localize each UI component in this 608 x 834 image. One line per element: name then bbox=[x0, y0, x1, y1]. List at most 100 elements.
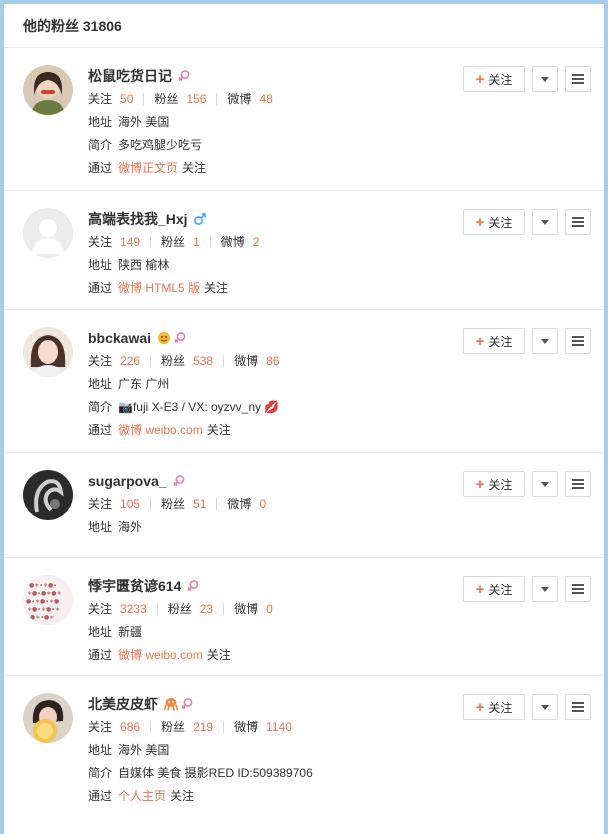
avatar[interactable] bbox=[23, 327, 73, 377]
more-button[interactable] bbox=[565, 694, 591, 720]
via-row: 通过 微博 HTML5 版 关注 bbox=[88, 276, 448, 299]
location-key: 地址 bbox=[88, 743, 113, 757]
plus-icon: + bbox=[475, 698, 485, 716]
list-item: ●∗∙∗●∙ ∗●∙●∗●∗ ●∙∗●∙∗● ∗●∙∗●∙∗ ●∗∙●∗ 悸宇匮贫谚61… bbox=[4, 558, 604, 676]
user-name[interactable]: sugarpova_ bbox=[88, 473, 167, 489]
divider bbox=[223, 602, 225, 615]
follow-stat-label: 关注 bbox=[88, 497, 113, 511]
more-button[interactable] bbox=[565, 209, 591, 235]
follow-button-label: 关注 bbox=[488, 582, 513, 597]
via-row: 通过 个人主页 关注 bbox=[88, 784, 448, 807]
user-name[interactable]: 北美皮皮虾 bbox=[88, 694, 158, 714]
follow-count[interactable]: 686 bbox=[120, 720, 140, 734]
plus-icon: + bbox=[475, 580, 485, 598]
via-suffix: 关注 bbox=[206, 648, 231, 662]
stats-row: 关注 149 粉丝 1 微博 2 bbox=[88, 230, 448, 253]
follow-button[interactable]: + 关注 bbox=[463, 471, 525, 497]
via-key: 通过 bbox=[88, 648, 113, 662]
avatar[interactable] bbox=[23, 470, 73, 520]
intro-row: 简介 📷fuji X-E3 / VX: oyzvv_ny 💋 bbox=[88, 395, 448, 418]
user-name[interactable]: bbckawai bbox=[88, 330, 151, 346]
svg-text:●∙∗●∙∗●: ●∙∗●∙∗● bbox=[26, 598, 59, 605]
menu-icon bbox=[572, 74, 584, 84]
more-button[interactable] bbox=[565, 328, 591, 354]
follow-count[interactable]: 3233 bbox=[120, 602, 147, 616]
via-link[interactable]: 微博 weibo.com bbox=[118, 421, 203, 438]
chevron-down-icon bbox=[541, 76, 549, 82]
via-link[interactable]: 微博 weibo.com bbox=[118, 646, 203, 663]
location-row: 地址 海外 美国 bbox=[88, 110, 448, 133]
weibo-count[interactable]: 86 bbox=[266, 354, 279, 368]
follow-button[interactable]: + 关注 bbox=[463, 694, 525, 720]
menu-icon bbox=[572, 584, 584, 594]
follow-count[interactable]: 50 bbox=[120, 92, 133, 106]
list-item: 北美皮皮虾 关注 686 粉丝 219 微博 1140 地址 海外 美国 简介 … bbox=[4, 676, 604, 826]
weibo-count[interactable]: 48 bbox=[259, 92, 272, 106]
avatar[interactable]: ●∗∙∗●∙ ∗●∙●∗●∗ ●∙∗●∙∗● ∗●∙∗●∙∗ ●∗∙●∗ bbox=[23, 575, 73, 625]
menu-icon bbox=[572, 479, 584, 489]
dropdown-button[interactable] bbox=[532, 209, 558, 235]
follow-button[interactable]: + 关注 bbox=[463, 328, 525, 354]
user-name[interactable]: 松鼠吃货日记 bbox=[88, 66, 172, 86]
dropdown-button[interactable] bbox=[532, 66, 558, 92]
follow-count[interactable]: 149 bbox=[120, 235, 140, 249]
female-icon bbox=[173, 331, 187, 345]
weibo-stat-label: 微博 bbox=[234, 602, 259, 616]
chevron-down-icon bbox=[541, 481, 549, 487]
dropdown-button[interactable] bbox=[532, 576, 558, 602]
via-key: 通过 bbox=[88, 423, 113, 437]
more-button[interactable] bbox=[565, 576, 591, 602]
via-suffix: 关注 bbox=[182, 161, 207, 175]
more-button[interactable] bbox=[565, 66, 591, 92]
weibo-stat-label: 微博 bbox=[220, 235, 245, 249]
fans-count[interactable]: 219 bbox=[193, 720, 213, 734]
follow-button[interactable]: + 关注 bbox=[463, 209, 525, 235]
fans-count[interactable]: 23 bbox=[200, 602, 213, 616]
list-item: 高端表找我_Hxj 关注 149 粉丝 1 微博 2 地址 陕西 榆林 通过 微… bbox=[4, 191, 604, 310]
via-key: 通过 bbox=[88, 161, 113, 175]
via-link[interactable]: 微博正文页 bbox=[118, 159, 178, 176]
follow-count[interactable]: 105 bbox=[120, 497, 140, 511]
via-link[interactable]: 微博 HTML5 版 bbox=[118, 279, 200, 296]
weibo-count[interactable]: 2 bbox=[253, 235, 260, 249]
avatar[interactable] bbox=[23, 208, 73, 258]
divider bbox=[223, 720, 225, 733]
follow-stat-label: 关注 bbox=[88, 720, 113, 734]
via-key: 通过 bbox=[88, 281, 113, 295]
follow-count[interactable]: 226 bbox=[120, 354, 140, 368]
user-name[interactable]: 高端表找我_Hxj bbox=[88, 209, 188, 229]
weibo-count[interactable]: 0 bbox=[259, 497, 266, 511]
follow-button[interactable]: + 关注 bbox=[463, 576, 525, 602]
more-button[interactable] bbox=[565, 471, 591, 497]
fans-count[interactable]: 51 bbox=[193, 497, 206, 511]
weibo-stat-label: 微博 bbox=[227, 92, 252, 106]
via-suffix: 关注 bbox=[206, 423, 231, 437]
divider bbox=[150, 235, 152, 248]
dropdown-button[interactable] bbox=[532, 471, 558, 497]
stats-row: 关注 226 粉丝 538 微博 86 bbox=[88, 349, 448, 372]
via-link[interactable]: 个人主页 bbox=[118, 787, 166, 804]
weibo-count[interactable]: 0 bbox=[266, 602, 273, 616]
intro-row: 简介 多吃鸡腿少吃亏 bbox=[88, 133, 448, 156]
user-name[interactable]: 悸宇匮贫谚614 bbox=[88, 576, 181, 596]
dropdown-button[interactable] bbox=[532, 694, 558, 720]
avatar[interactable] bbox=[23, 693, 73, 743]
fans-count[interactable]: 538 bbox=[193, 354, 213, 368]
fans-stat-label: 粉丝 bbox=[161, 497, 186, 511]
location-row: 地址 广东 广州 bbox=[88, 372, 448, 395]
divider bbox=[216, 497, 218, 510]
follow-stat-label: 关注 bbox=[88, 235, 113, 249]
intro-key: 简介 bbox=[88, 138, 113, 152]
weibo-count[interactable]: 1140 bbox=[266, 720, 292, 734]
follow-button-label: 关注 bbox=[488, 334, 513, 349]
follow-stat-label: 关注 bbox=[88, 354, 113, 368]
avatar[interactable] bbox=[23, 65, 73, 115]
via-row: 通过 微博正文页 关注 bbox=[88, 156, 448, 179]
chevron-down-icon bbox=[541, 338, 549, 344]
female-icon bbox=[180, 697, 194, 711]
followers-panel: 他的粉丝 31806 松鼠吃货日记 关注 50 粉丝 156 微博 48 地址 … bbox=[4, 4, 604, 834]
fans-count[interactable]: 1 bbox=[193, 235, 200, 249]
fans-count[interactable]: 156 bbox=[186, 92, 206, 106]
follow-button[interactable]: + 关注 bbox=[463, 66, 525, 92]
dropdown-button[interactable] bbox=[532, 328, 558, 354]
